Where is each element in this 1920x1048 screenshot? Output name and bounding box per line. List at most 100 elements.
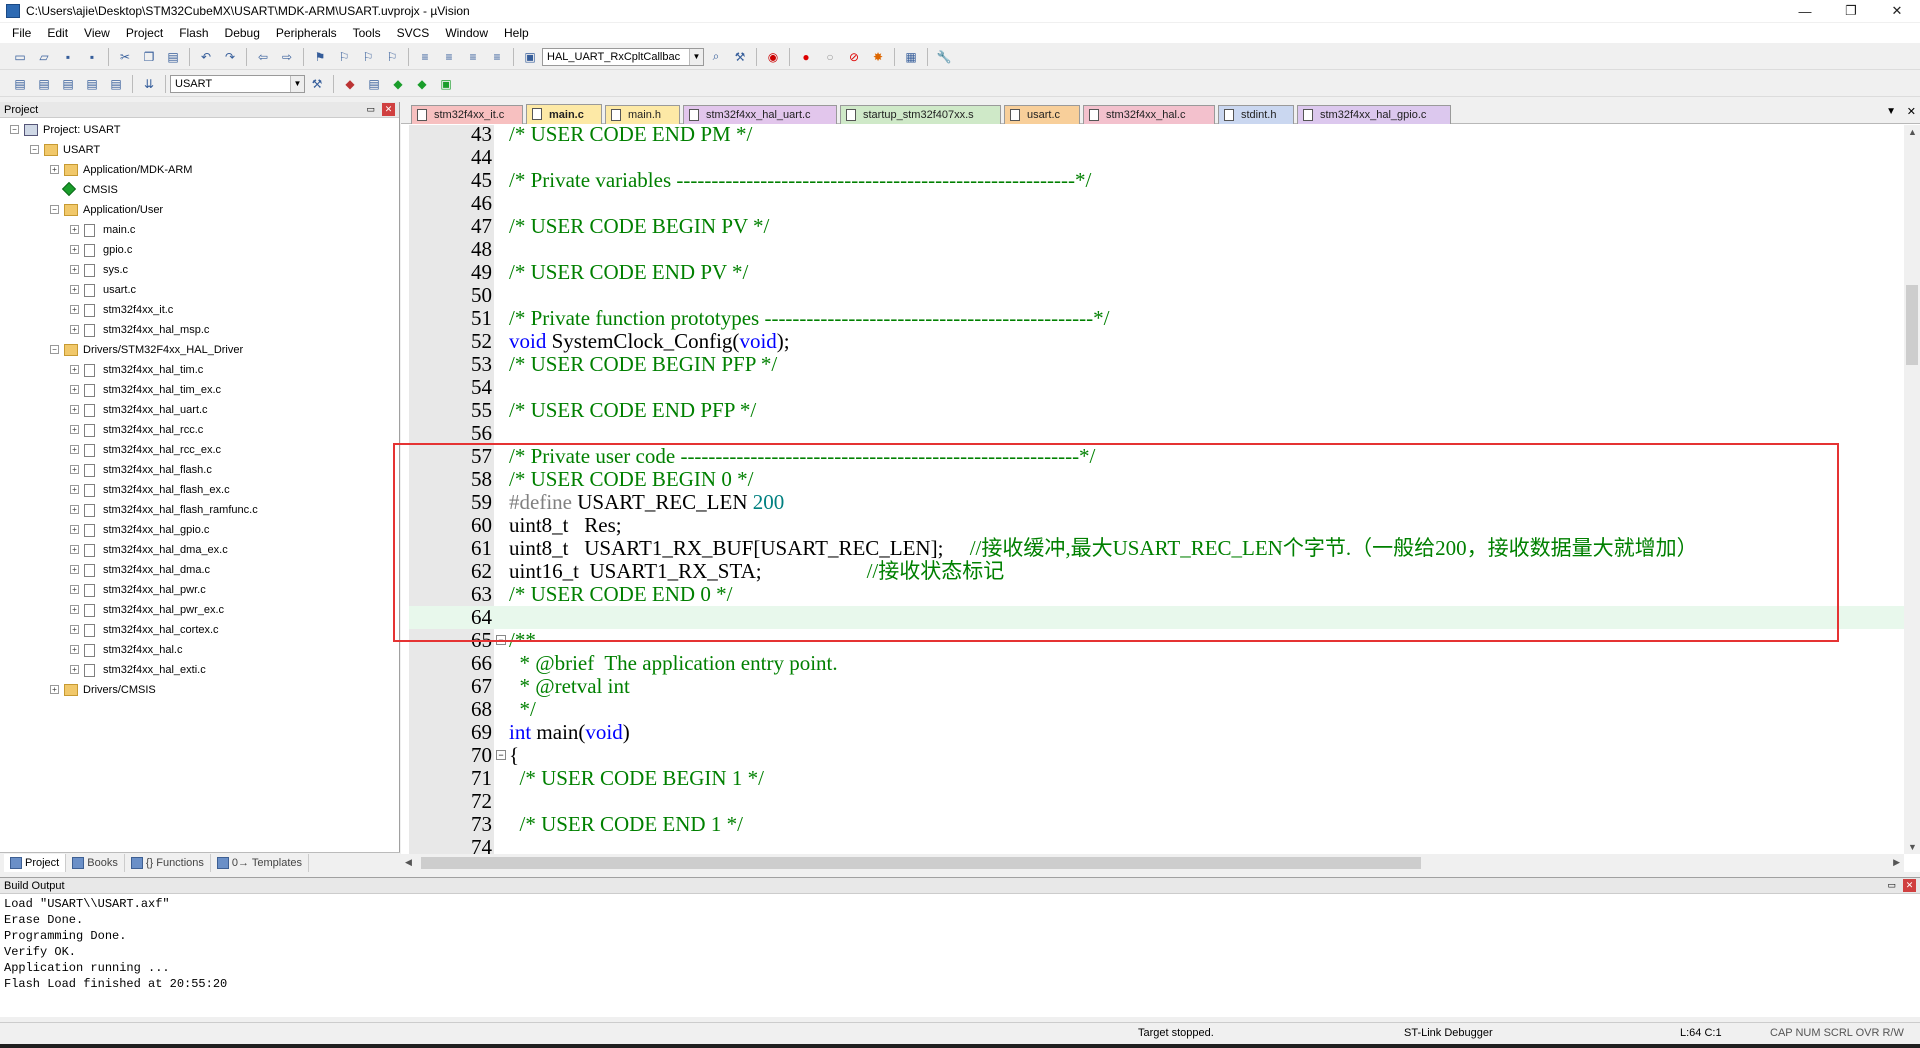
scrollbar-thumb[interactable] [421,857,1421,869]
nav-forward-icon[interactable]: ⇨ [277,47,297,67]
file-tab[interactable]: stm32f4xx_it.c [411,105,523,124]
file-tab[interactable]: stm32f4xx_hal_uart.c [683,105,837,124]
pin-icon[interactable]: ▭ [366,104,375,115]
code-line[interactable]: 47 /* USER CODE BEGIN PV */ [409,215,1904,238]
file-extensions-icon[interactable]: ▤ [364,74,384,94]
panel-tab-3[interactable]: 0→ Templates [211,853,310,872]
menu-item-file[interactable]: File [4,26,39,40]
maximize-button[interactable]: ❐ [1828,0,1874,22]
expand-icon[interactable]: + [70,605,79,614]
expand-icon[interactable]: + [70,525,79,534]
scroll-up-icon[interactable]: ▲ [1908,127,1917,137]
file-tab[interactable]: stm32f4xx_hal.c [1083,105,1215,124]
expand-icon[interactable]: + [70,385,79,394]
code-line[interactable]: 56 [409,422,1904,445]
close-icon[interactable]: ✕ [1907,105,1916,118]
target-combo[interactable]: USART ▼ [170,74,305,93]
find-icon[interactable]: ⌕ [706,47,726,67]
expand-icon[interactable]: + [70,265,79,274]
expand-icon[interactable]: + [70,365,79,374]
undo-icon[interactable]: ↶ [196,47,216,67]
expand-icon[interactable]: + [50,685,59,694]
unindent-icon[interactable]: ≡ [439,47,459,67]
rebuild-icon[interactable]: ▤ [58,74,78,94]
expand-icon[interactable]: + [70,285,79,294]
code-line[interactable]: 70−{ [409,744,1904,767]
menu-item-edit[interactable]: Edit [39,26,76,40]
tree-file-item[interactable]: + stm32f4xx_hal_pwr_ex.c [0,600,399,620]
menu-item-help[interactable]: Help [496,26,537,40]
find-in-files-icon[interactable]: ▣ [520,47,540,67]
code-line[interactable]: 52 void SystemClock_Config(void); [409,330,1904,353]
menu-item-debug[interactable]: Debug [217,26,268,40]
tree-file-item[interactable]: + stm32f4xx_hal.c [0,640,399,660]
tree-file-item[interactable]: + stm32f4xx_hal_tim.c [0,360,399,380]
expand-icon[interactable]: + [70,405,79,414]
expand-icon[interactable]: + [70,305,79,314]
code-line[interactable]: 48 [409,238,1904,261]
code-line[interactable]: 50 [409,284,1904,307]
scroll-right-icon[interactable]: ▶ [1893,857,1900,868]
tree-file-item[interactable]: + stm32f4xx_hal_flash_ramfunc.c [0,500,399,520]
expand-icon[interactable]: + [70,665,79,674]
collapse-icon[interactable]: − [10,125,19,134]
tree-file-item[interactable]: + stm32f4xx_hal_dma_ex.c [0,540,399,560]
expand-icon[interactable]: + [70,225,79,234]
tree-file-item[interactable]: + stm32f4xx_hal_gpio.c [0,520,399,540]
scroll-down-icon[interactable]: ▼ [1908,842,1917,852]
code-line[interactable]: 71 /* USER CODE BEGIN 1 */ [409,767,1904,790]
expand-icon[interactable]: + [70,585,79,594]
panel-tab-0[interactable]: Project [4,853,67,872]
file-tab[interactable]: main.c [526,104,602,124]
run-time-env-icon[interactable]: ▣ [436,74,456,94]
collapse-icon[interactable]: − [50,205,59,214]
code-line[interactable]: 74 [409,836,1904,855]
tree-file-item[interactable]: + stm32f4xx_hal_dma.c [0,560,399,580]
vertical-scrollbar[interactable]: ▲ ▼ [1904,125,1920,854]
batch-build-icon[interactable]: ▤ [82,74,102,94]
build-icon[interactable]: ▤ [34,74,54,94]
tree-file-item[interactable]: + stm32f4xx_hal_rcc_ex.c [0,440,399,460]
tree-file-item[interactable]: + stm32f4xx_hal_msp.c [0,320,399,340]
paste-icon[interactable]: ▤ [163,47,183,67]
expand-icon[interactable]: + [70,445,79,454]
clear-bookmarks-icon[interactable]: ⚐ [382,47,402,67]
build-output-text[interactable]: Load "USART\\USART.axf" Erase Done. Progra… [0,894,1920,994]
panel-tab-2[interactable]: {} Functions [125,853,211,872]
save-all-icon[interactable]: ▪ [82,47,102,67]
pack-installer-icon[interactable]: ◆ [412,74,432,94]
file-tab[interactable]: stm32f4xx_hal_gpio.c [1297,105,1451,124]
select-packs-icon[interactable]: ◆ [388,74,408,94]
uncomment-icon[interactable]: ≡ [487,47,507,67]
expand-icon[interactable]: + [70,425,79,434]
tree-group-item[interactable]: − Project: USART [0,120,399,140]
expand-icon[interactable]: + [70,465,79,474]
tree-file-item[interactable]: + stm32f4xx_hal_flash_ex.c [0,480,399,500]
next-bookmark-icon[interactable]: ⚐ [358,47,378,67]
code-line[interactable]: 67 * @retval int [409,675,1904,698]
code-line[interactable]: 68 */ [409,698,1904,721]
tree-file-item[interactable]: + stm32f4xx_hal_rcc.c [0,420,399,440]
menu-item-window[interactable]: Window [437,26,496,40]
expand-icon[interactable]: + [70,505,79,514]
translate-icon[interactable]: ▤ [10,74,30,94]
code-line[interactable]: 45 /* Private variables -----------------… [409,169,1904,192]
tree-file-item[interactable]: + gpio.c [0,240,399,260]
menu-item-svcs[interactable]: SVCS [389,26,438,40]
tree-group-item[interactable]: CMSIS [0,180,399,200]
enable-breakpoint-icon[interactable]: ○ [820,47,840,67]
horizontal-scrollbar[interactable]: ◀ ▶ [401,854,1904,872]
scroll-left-icon[interactable]: ◀ [405,857,412,868]
menu-item-tools[interactable]: Tools [345,26,389,40]
configuration-icon[interactable]: 🔧 [934,47,954,67]
tree-group-item[interactable]: − USART [0,140,399,160]
expand-icon[interactable]: + [70,565,79,574]
expand-icon[interactable]: + [70,645,79,654]
tree-file-item[interactable]: + stm32f4xx_hal_pwr.c [0,580,399,600]
redo-icon[interactable]: ↷ [220,47,240,67]
collapse-icon[interactable]: − [50,345,59,354]
tree-file-item[interactable]: + usart.c [0,280,399,300]
tree-file-item[interactable]: + main.c [0,220,399,240]
file-tab[interactable]: main.h [605,105,680,124]
nav-back-icon[interactable]: ⇦ [253,47,273,67]
